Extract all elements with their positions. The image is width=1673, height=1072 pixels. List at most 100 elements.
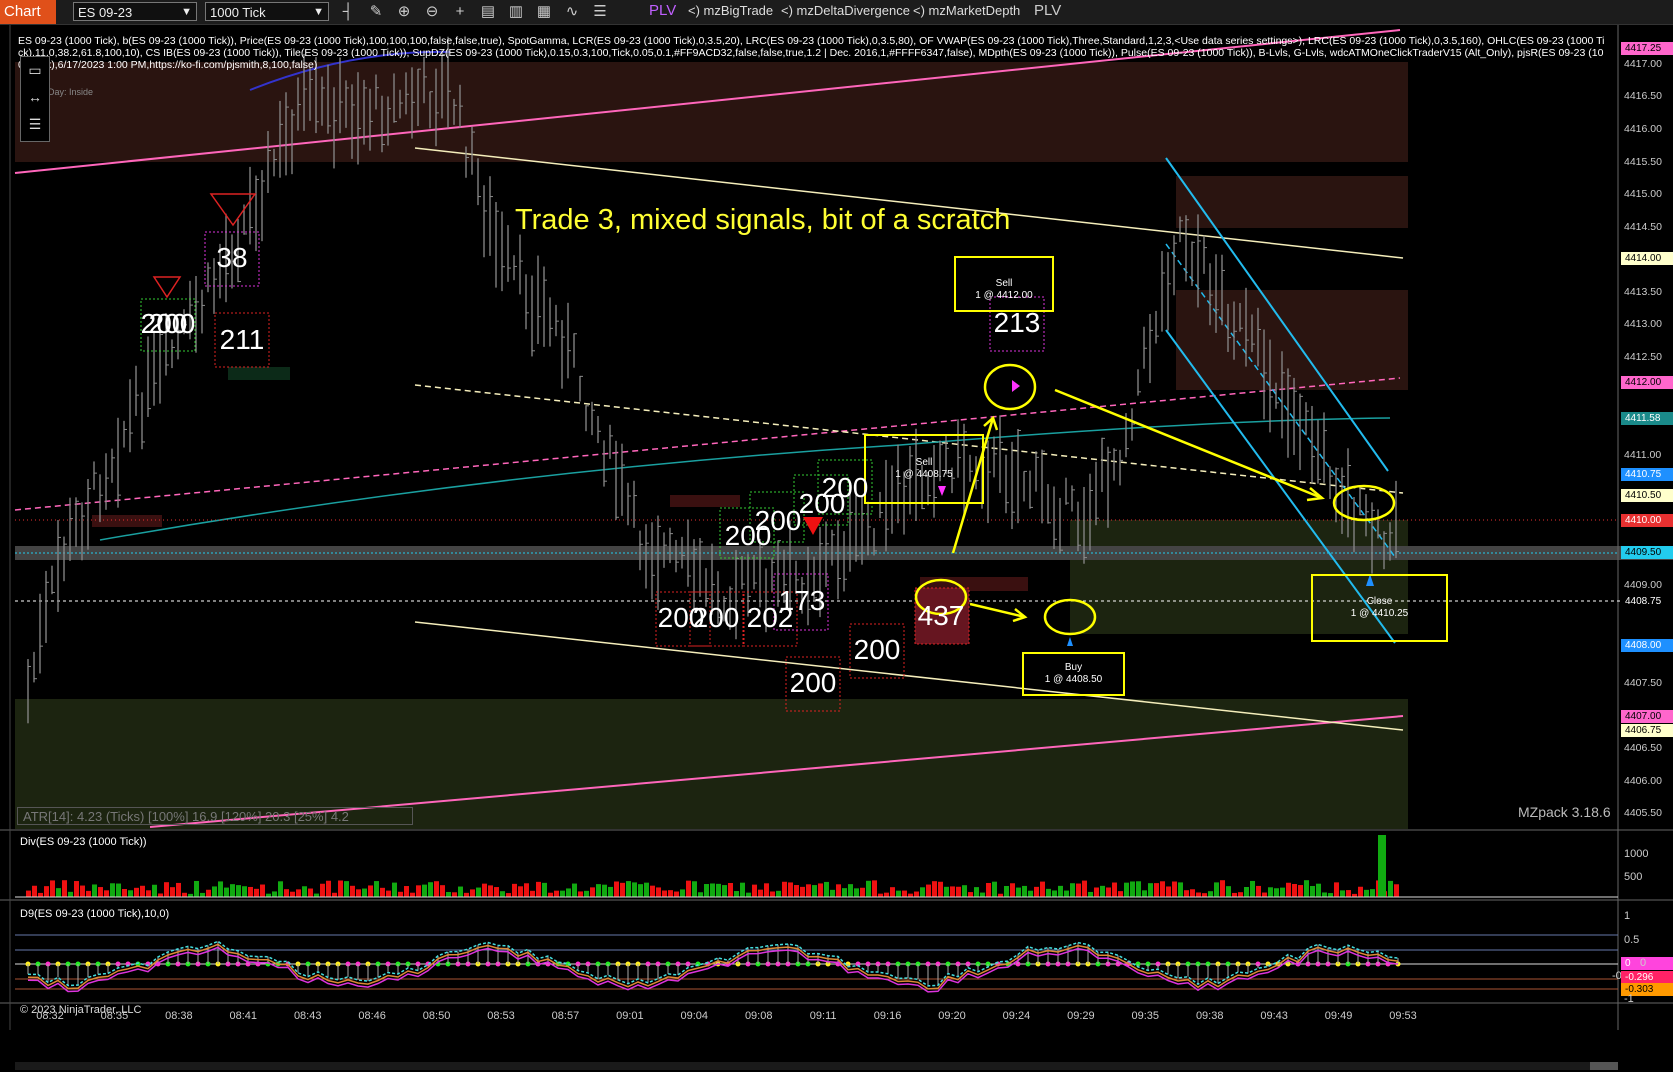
time-axis-label: 09:20 bbox=[938, 1010, 966, 1022]
divergence-bar bbox=[206, 889, 211, 897]
strategies-icon[interactable]: ▥ bbox=[506, 2, 526, 22]
divergence-bar bbox=[1238, 892, 1243, 897]
divergence-bar bbox=[776, 890, 781, 897]
indicators-icon[interactable]: ∿ bbox=[562, 2, 582, 22]
divergence-bar bbox=[860, 887, 865, 897]
properties-icon[interactable]: ☰ bbox=[590, 2, 610, 22]
time-axis-label: 08:35 bbox=[100, 1010, 129, 1022]
indicator-legend: ES 09-23 (1000 Tick), b(ES 09-23 (1000 T… bbox=[18, 35, 1605, 71]
ruler-icon[interactable]: ▭ bbox=[21, 57, 49, 84]
pencil-icon[interactable]: ✎ bbox=[366, 2, 386, 22]
divergence-bar bbox=[362, 888, 367, 897]
plv-secondary-button[interactable]: PLV bbox=[1034, 2, 1061, 19]
small-zone bbox=[670, 495, 740, 507]
trade-detail: 1 @ 4408.75 bbox=[895, 469, 953, 480]
price-axis-label: 4413.50 bbox=[1624, 286, 1662, 298]
price-axis-label: 4417.00 bbox=[1624, 58, 1662, 70]
data-box-icon[interactable]: ▤ bbox=[478, 2, 498, 22]
interval-selector[interactable]: 1000 Tick ▼ bbox=[205, 2, 329, 21]
price-axis-label: 4416.00 bbox=[1624, 123, 1662, 135]
crosshair-icon[interactable]: + bbox=[450, 2, 470, 22]
divergence-bar bbox=[668, 890, 673, 897]
divergence-bar bbox=[878, 893, 883, 897]
price-tag: 4410.50 bbox=[1621, 489, 1673, 502]
divergence-bar bbox=[626, 881, 631, 897]
menu-icon[interactable]: ☰ bbox=[21, 111, 49, 138]
divergence-bar bbox=[932, 881, 937, 897]
divergence-bar bbox=[1010, 883, 1015, 897]
divergence-bar bbox=[1274, 888, 1279, 897]
divergence-bar bbox=[386, 890, 391, 897]
divergence-bar bbox=[1112, 882, 1117, 897]
scrollbar-thumb[interactable] bbox=[1590, 1062, 1618, 1070]
divergence-bar bbox=[632, 882, 637, 897]
divergence-bar bbox=[374, 881, 379, 897]
divergence-bar bbox=[1094, 887, 1099, 897]
bar-type-icon[interactable]: ┤ bbox=[338, 2, 358, 22]
mzmarketdepth-button[interactable]: <) mzMarketDepth bbox=[913, 3, 1020, 18]
instrument-value: ES 09-23 bbox=[78, 5, 133, 20]
divergence-bar bbox=[782, 881, 787, 897]
d9-axis-label: 0 bbox=[1640, 957, 1647, 969]
trade-box-sell-2: Sell 1 @ 4408.75 bbox=[864, 434, 984, 504]
d9-axis-label: 0.5 bbox=[1624, 934, 1640, 946]
divergence-bar bbox=[1232, 892, 1237, 897]
divergence-bar bbox=[260, 884, 265, 897]
divergence-bar bbox=[830, 889, 835, 897]
chart-canvas[interactable] bbox=[0, 25, 1673, 1072]
time-axis-label: 09:16 bbox=[873, 1010, 902, 1022]
divergence-bar bbox=[716, 883, 721, 897]
divergence-bar bbox=[1244, 887, 1249, 897]
zoom-out-icon[interactable]: ⊖ bbox=[422, 2, 442, 22]
arrows-icon[interactable]: ↔ bbox=[21, 84, 49, 111]
zoom-in-icon[interactable]: ⊕ bbox=[394, 2, 414, 22]
div-pane-title: Div(ES 09-23 (1000 Tick)) bbox=[20, 836, 147, 848]
horizontal-scrollbar[interactable] bbox=[15, 1062, 1618, 1070]
divergence-bar bbox=[392, 882, 397, 897]
mzdeltadivergence-button[interactable]: <) mzDeltaDivergence bbox=[781, 3, 910, 18]
divergence-bar bbox=[992, 881, 997, 897]
divergence-bar bbox=[920, 887, 925, 897]
price-tag: 4411.58 bbox=[1621, 412, 1673, 425]
divergence-bar bbox=[104, 890, 109, 897]
annotation-circle bbox=[983, 363, 1037, 411]
d9-axis-label: 1 bbox=[1624, 910, 1631, 922]
divergence-bar bbox=[1280, 887, 1285, 897]
divergence-bar bbox=[194, 880, 199, 897]
divergence-bar bbox=[116, 883, 121, 897]
divergence-bar bbox=[1184, 890, 1189, 897]
divergence-bar bbox=[1358, 886, 1363, 897]
plv-button[interactable]: PLV bbox=[649, 2, 676, 19]
divergence-bar bbox=[758, 889, 763, 897]
trade-label: Close bbox=[1366, 596, 1393, 607]
divergence-bar bbox=[1034, 886, 1039, 897]
drawing-tool-palette[interactable]: ▭ ↔ ☰ bbox=[20, 56, 50, 142]
price-axis-label: 4413.00 bbox=[1624, 318, 1662, 330]
divergence-bar bbox=[476, 887, 481, 897]
mzbigtrade-button[interactable]: <) mzBigTrade bbox=[688, 3, 773, 18]
price-tag: 4408.75 bbox=[1621, 595, 1673, 608]
divergence-bar bbox=[866, 880, 871, 897]
divergence-bar bbox=[1016, 887, 1021, 897]
divergence-bar bbox=[1250, 880, 1255, 897]
divergence-bar bbox=[1256, 885, 1261, 897]
volume-label: 200 bbox=[853, 634, 901, 665]
divergence-bar bbox=[1142, 890, 1147, 897]
divergence-bar bbox=[50, 880, 55, 897]
divergence-bar bbox=[1310, 885, 1315, 897]
divergence-bar bbox=[1064, 890, 1069, 897]
divergence-bar bbox=[86, 890, 91, 897]
divergence-bar bbox=[818, 883, 823, 897]
divergence-bar bbox=[764, 883, 769, 897]
divergence-bar bbox=[788, 882, 793, 897]
instrument-selector[interactable]: ES 09-23 ▼ bbox=[73, 2, 197, 21]
divergence-bar bbox=[644, 882, 649, 897]
price-tag: 4410.75 bbox=[1621, 468, 1673, 481]
divergence-bar bbox=[986, 882, 991, 897]
divergence-bar bbox=[356, 889, 361, 897]
time-axis-label: 09:08 bbox=[744, 1010, 773, 1022]
chart-trader-icon[interactable]: ▦ bbox=[534, 2, 554, 22]
price-tag: 4410.00 bbox=[1621, 514, 1673, 527]
divergence-bar bbox=[914, 891, 919, 897]
divergence-bar bbox=[980, 892, 985, 897]
